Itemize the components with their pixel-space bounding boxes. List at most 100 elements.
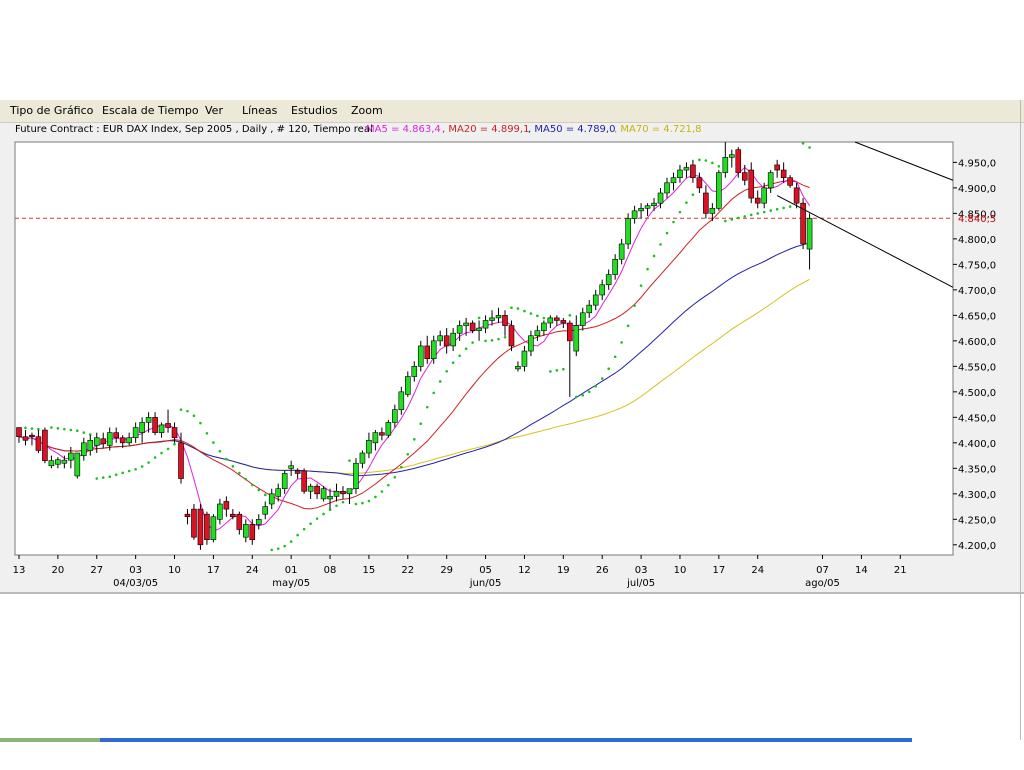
y-tick-label: 4.400,0 xyxy=(958,439,996,450)
horizontal-scrollbar[interactable] xyxy=(0,738,912,742)
candle-body xyxy=(100,438,107,445)
candle-body xyxy=(482,320,489,329)
candle-body xyxy=(463,322,469,326)
candle xyxy=(42,427,48,464)
candle-body xyxy=(767,172,774,189)
candle xyxy=(353,458,359,494)
y-tick-label: 4.250,0 xyxy=(958,515,996,526)
candle-body xyxy=(670,177,677,184)
sar-dot xyxy=(250,483,254,487)
sar-dot xyxy=(536,314,539,318)
y-tick-label: 4.900,0 xyxy=(958,184,996,195)
sar-dot xyxy=(471,341,474,344)
candle-body xyxy=(793,187,800,204)
candle xyxy=(301,468,307,494)
candle-body xyxy=(560,320,567,324)
y-tick-label: 4.200,0 xyxy=(958,541,996,552)
sar-dot xyxy=(477,316,481,320)
sar-dot xyxy=(665,231,669,235)
sar-dot xyxy=(134,467,137,471)
sar-dot xyxy=(263,493,267,497)
candle xyxy=(716,170,722,211)
y-tick-label: 4.650,0 xyxy=(958,311,996,322)
sar-dot xyxy=(613,355,617,359)
x-day-label: 10 xyxy=(168,565,181,576)
candle-body xyxy=(787,177,793,186)
x-day-label: 12 xyxy=(518,565,531,576)
sar-dot xyxy=(179,408,183,411)
sar-dot xyxy=(775,207,779,211)
sar-dot xyxy=(581,394,585,397)
candle-body xyxy=(741,172,748,181)
candle-body xyxy=(320,488,327,500)
sar-dot xyxy=(387,483,390,487)
candle xyxy=(385,419,392,438)
x-day-label: 27 xyxy=(90,565,103,576)
candle-body xyxy=(748,169,755,199)
sar-dot xyxy=(56,427,60,430)
candle-body xyxy=(379,432,385,436)
y-tick-label: 4.600,0 xyxy=(958,337,996,348)
x-day-label: 24 xyxy=(751,565,764,576)
x-month-label: ago/05 xyxy=(805,578,840,589)
y-tick-label: 4.950,0 xyxy=(958,158,996,169)
candle-body xyxy=(119,437,126,444)
candle-body xyxy=(301,470,307,492)
sar-dot xyxy=(166,447,170,451)
sar-dot xyxy=(542,316,546,320)
candle-body xyxy=(217,503,223,520)
candle-body xyxy=(703,192,709,214)
sar-dot xyxy=(309,522,312,525)
sar-dot xyxy=(711,161,714,165)
sar-dot xyxy=(762,210,766,214)
candle-body xyxy=(333,490,340,497)
candle-body xyxy=(327,496,333,500)
x-day-label: 13 xyxy=(13,565,26,576)
sar-dot xyxy=(685,201,688,204)
candle-body xyxy=(353,462,359,490)
candle-body xyxy=(307,485,314,492)
sar-dot xyxy=(451,361,455,364)
sar-dot xyxy=(341,500,345,504)
scrollbar-thumb[interactable] xyxy=(0,738,100,742)
sar-dot xyxy=(348,459,351,462)
candle-body xyxy=(42,429,48,461)
candle-body xyxy=(340,490,346,495)
candle-body xyxy=(521,350,528,367)
sar-dot xyxy=(199,421,202,425)
candle xyxy=(320,486,327,502)
candle-body xyxy=(29,434,35,438)
candle-body xyxy=(716,172,722,209)
candle-body xyxy=(223,501,230,510)
candle-body xyxy=(774,164,780,171)
sar-dot xyxy=(192,414,196,417)
candle xyxy=(800,198,806,250)
x-day-label: 17 xyxy=(712,565,725,576)
candle-body xyxy=(210,516,217,541)
sar-dot xyxy=(646,267,649,271)
sar-dot xyxy=(270,548,274,552)
sar-dot xyxy=(354,502,358,506)
sar-dot xyxy=(160,451,163,455)
x-day-label: 07 xyxy=(816,565,829,576)
candle-body xyxy=(502,315,508,326)
sar-dot xyxy=(639,284,643,287)
sar-dot xyxy=(652,254,656,258)
candle-body xyxy=(165,423,171,428)
sar-dot xyxy=(244,477,248,481)
sar-dot xyxy=(788,205,792,208)
x-month-label: 04/03/05 xyxy=(113,578,158,589)
candle-body xyxy=(515,366,521,370)
sar-dot xyxy=(140,465,144,468)
x-day-label: 05 xyxy=(479,565,492,576)
x-day-label: 19 xyxy=(557,565,570,576)
candle-body xyxy=(22,436,29,441)
sar-dot xyxy=(659,243,662,246)
sar-dot xyxy=(101,476,105,479)
candle-body xyxy=(534,330,541,337)
sar-dot xyxy=(335,504,338,508)
candle-body xyxy=(573,325,580,352)
candle-body xyxy=(579,312,586,326)
sar-dot xyxy=(445,369,448,373)
sar-dot xyxy=(186,409,189,413)
